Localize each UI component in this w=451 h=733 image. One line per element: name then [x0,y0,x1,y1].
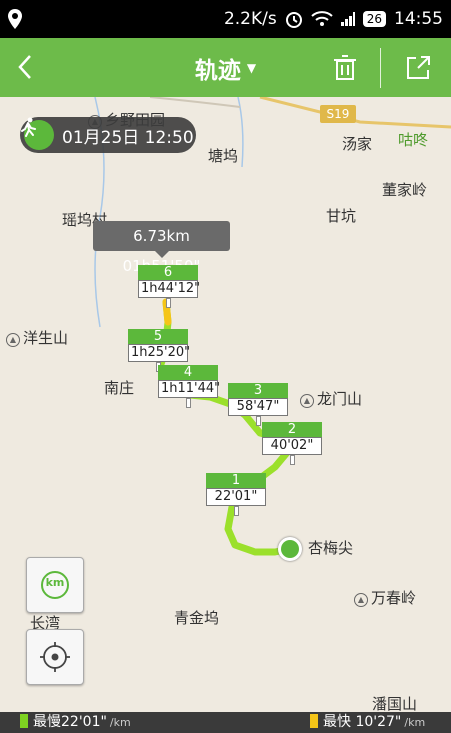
place-label: ▲ 万春岭 [354,587,416,608]
signal-icon [340,12,355,26]
pace-bar: 最慢22'01"/km 最快 10'27"/km [0,712,451,733]
locate-button[interactable] [26,629,84,685]
marker-time: 22'01" [206,488,266,506]
marker-pin [289,455,295,465]
end-point-marker[interactable] [278,537,302,561]
marker-time: 1h11'44" [158,380,220,398]
marker-pin [185,398,191,408]
app-bar: 轨迹 ▼ [0,38,451,97]
place-label: 董家岭 [382,181,428,199]
km-marker-1[interactable]: 1 22'01" [206,473,266,516]
battery-badge: 26 [362,11,386,27]
crosshair-icon [40,642,70,672]
place-label: 潘国山 [372,695,418,712]
marker-time: 1h44'12" [138,280,200,298]
place-label: 杏梅尖 [308,539,354,557]
place-label: 甘坑 [326,207,357,225]
marker-number: 5 [128,329,188,344]
poi-icon: ▲ [354,593,368,607]
fast-color-swatch [310,714,318,728]
km-marker-3[interactable]: 3 58'47" [228,383,288,426]
date-label: 01月25日 12:50 [62,127,194,148]
place-label: 南庄 [104,379,135,397]
poi-icon: ▲ [300,394,314,408]
km-toggle-button[interactable]: km [26,557,84,613]
page-title[interactable]: 轨迹 ▼ [0,38,451,97]
place-label: 塘坞 [208,147,239,165]
trash-icon[interactable] [332,54,358,82]
network-speed: 2.2K/s [223,9,277,29]
marker-pin [165,298,171,308]
place-label: ▲ 龙门山 [300,388,362,409]
place-label: 汤家 [342,135,373,153]
wifi-icon [311,11,333,26]
km-marker-6[interactable]: 6 1h44'12" [138,265,200,308]
place-label: 咕咚 [398,131,429,149]
fastest-pace: 最快 10'27"/km [310,712,425,733]
marker-time: 58'47" [228,398,288,416]
running-icon [21,117,54,150]
clock: 14:55 [394,9,443,29]
share-icon[interactable] [404,54,432,82]
slowest-pace: 最慢22'01"/km [20,712,131,733]
marker-number: 6 [138,265,198,280]
poi-icon: ▲ [6,333,20,347]
marker-time: 1h25'20" [128,344,190,362]
slow-color-swatch [20,714,28,728]
marker-time: 40'02" [262,437,322,455]
marker-pin [233,506,239,516]
marker-pin [255,416,261,426]
marker-number: 4 [158,365,218,380]
place-label: ▲ 洋生山 [6,327,68,348]
km-marker-4[interactable]: 4 1h11'44" [158,365,220,408]
marker-number: 1 [206,473,266,488]
page-title-text: 轨迹 [194,57,241,84]
km-label: km [45,576,65,589]
marker-number: 2 [262,422,322,437]
road-shield: S19 [320,105,356,123]
place-label: 青金坞 [174,609,220,627]
status-bar: 2.2K/s 26 14:55 [0,0,451,38]
km-marker-2[interactable]: 2 40'02" [262,422,322,465]
location-pin-icon [8,9,22,29]
route-summary-tooltip: 6.73km 01h51'50" [93,221,230,275]
date-pill: 01月25日 12:50 [20,117,196,153]
marker-number: 3 [228,383,288,398]
appbar-divider [380,48,381,88]
dropdown-caret-icon: ▼ [246,60,257,75]
alarm-icon [285,12,302,28]
map-view[interactable]: S19 ▲乡野田园 塘坞 汤家 咕咚 董家岭 瑶坞村 甘坑 ▲洋生山 南庄 ▲龙… [0,97,451,712]
